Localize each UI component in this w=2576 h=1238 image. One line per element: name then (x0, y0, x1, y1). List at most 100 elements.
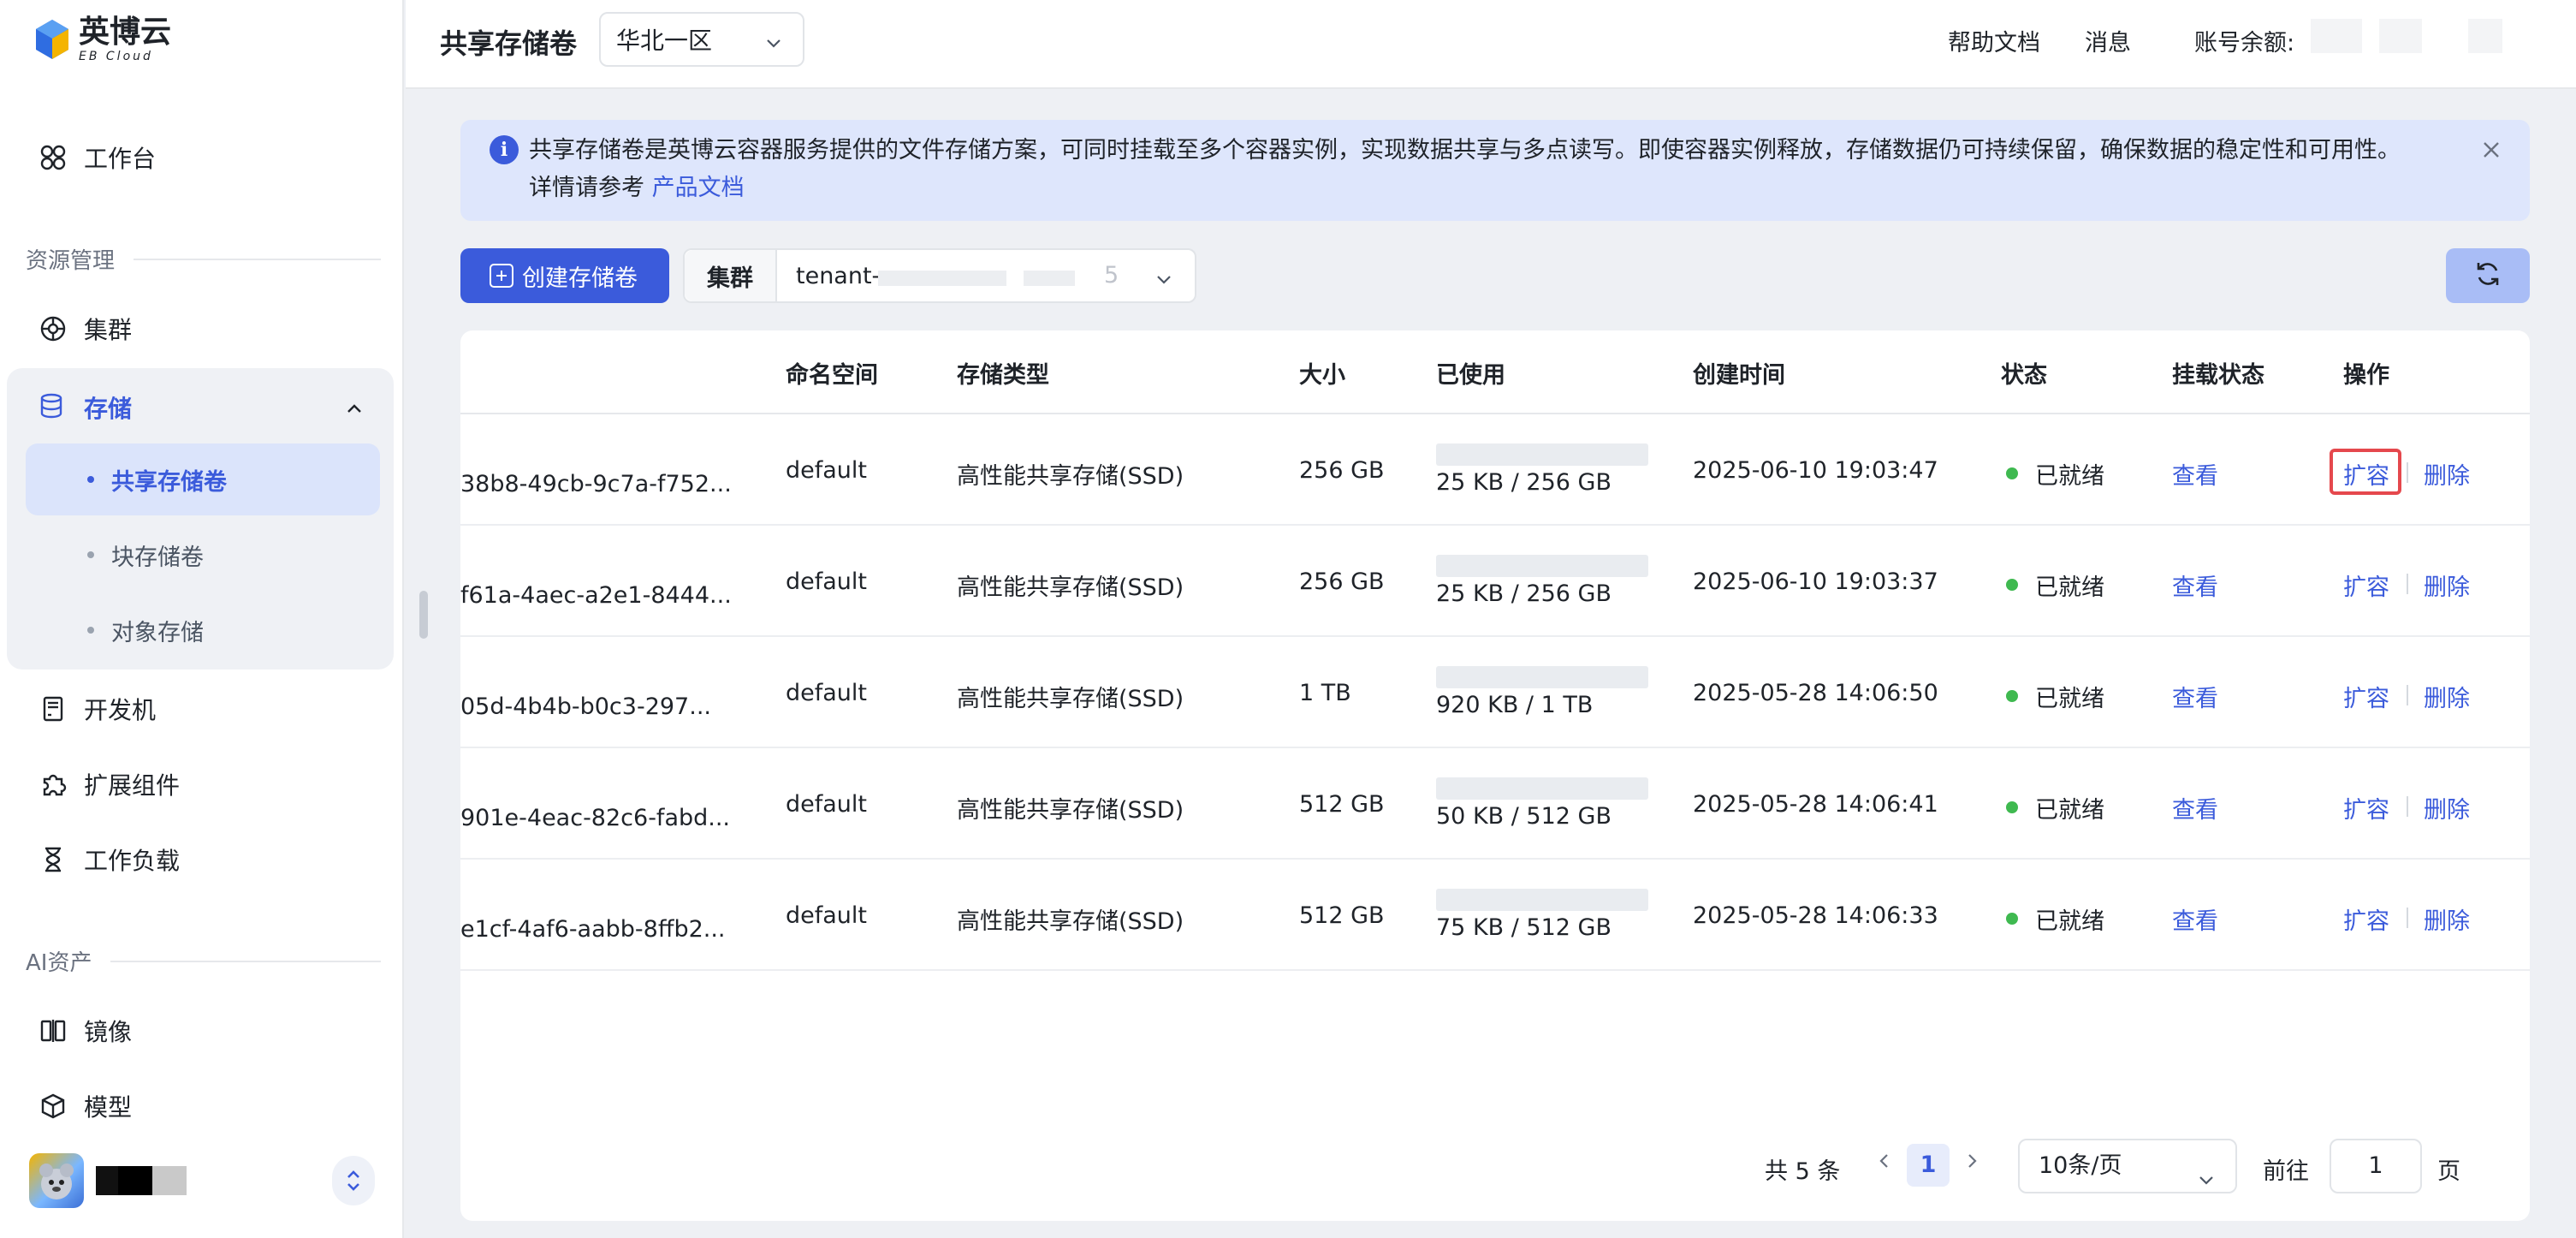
delete-button[interactable]: 删除 (2424, 457, 2470, 491)
avatar[interactable] (29, 1153, 84, 1208)
sidebar-item-shared-volume[interactable]: 共享存储卷 (26, 443, 380, 515)
expand-button[interactable]: 扩容 (2343, 902, 2389, 936)
sidebar-item-object-storage[interactable]: 对象存储 (26, 594, 380, 666)
column-header-type: 存储类型 (957, 362, 1049, 389)
namespace-cell: default (786, 791, 868, 818)
banner-reference: 详情请参考 (529, 175, 644, 201)
sidebar-item-storage[interactable]: 存储 (26, 378, 377, 437)
expand-button[interactable]: 扩容 (2343, 457, 2389, 491)
plus-square-icon (490, 264, 513, 288)
used-cell: 75 KB / 512 GB (1436, 914, 1611, 941)
sidebar-item-label: 共享存储卷 (111, 468, 227, 496)
username-redacted (96, 1166, 187, 1195)
status-ready-dot (2006, 913, 2018, 925)
switch-icon[interactable] (332, 1156, 375, 1205)
info-icon: i (490, 135, 519, 164)
usage-bar (1436, 666, 1648, 688)
chevron-left-icon[interactable] (1874, 1151, 1895, 1177)
chevron-right-icon[interactable] (1962, 1151, 1982, 1177)
volume-name: 901e-4eac-82c6-fabd... (460, 805, 731, 831)
created-cell: 2025-06-10 19:03:37 (1693, 568, 1938, 595)
sidebar-item-workbench[interactable]: 工作台 (26, 123, 377, 192)
namespace-cell: default (786, 568, 868, 595)
volume-table: 命名空间 存储类型 大小 已使用 创建时间 状态 挂载状态 操作 38b8-49… (460, 330, 2530, 1221)
puzzle-icon (38, 769, 68, 800)
region-select-value: 华北一区 (616, 27, 713, 55)
expand-button[interactable]: 扩容 (2343, 791, 2389, 824)
sidebar-item-block-volume[interactable]: 块存储卷 (26, 519, 380, 591)
pagination-total: 共 5 条 (1765, 1158, 1841, 1185)
chevron-down-icon (1154, 269, 1174, 293)
brand-logo[interactable]: 英博云 EB Cloud (34, 15, 171, 63)
user-profile[interactable] (29, 1151, 375, 1211)
banner-text: 共享存储卷是英博云容器服务提供的文件存储方案，可同时挂载至多个容器实例，实现数据… (529, 132, 2472, 207)
sidebar-item-images[interactable]: 镜像 (26, 997, 377, 1065)
page-size-select[interactable]: 10条/页 (2018, 1139, 2237, 1193)
top-bar: 共享存储卷 华北一区 帮助文档 消息 账号余额: (406, 0, 2576, 89)
sidebar-item-label: 工作台 (84, 145, 157, 173)
table-row: 901e-4eac-82c6-fabd... default 高性能共享存储(S… (460, 748, 2530, 860)
mount-view-link[interactable]: 查看 (2172, 791, 2218, 824)
created-cell: 2025-05-28 14:06:41 (1693, 791, 1938, 818)
delete-button[interactable]: 删除 (2424, 791, 2470, 824)
expand-button[interactable]: 扩容 (2343, 680, 2389, 713)
mount-view-link[interactable]: 查看 (2172, 457, 2218, 491)
sidebar-item-label: 开发机 (84, 696, 157, 724)
used-cell: 50 KB / 512 GB (1436, 803, 1611, 830)
create-volume-button[interactable]: 创建存储卷 (460, 248, 669, 303)
usage-bar (1436, 777, 1648, 800)
used-cell: 25 KB / 256 GB (1436, 580, 1611, 607)
refresh-button[interactable] (2446, 248, 2530, 303)
page-number-current[interactable]: 1 (1907, 1144, 1950, 1187)
volume-name: e1cf-4af6-aabb-8ffb2... (460, 916, 726, 943)
sidebar-item-label: 对象存储 (111, 619, 204, 646)
namespace-cell: default (786, 902, 868, 929)
mount-view-link[interactable]: 查看 (2172, 680, 2218, 713)
chevron-up-icon[interactable] (344, 397, 365, 426)
created-cell: 2025-06-10 19:03:47 (1693, 457, 1938, 484)
volume-name: 05d-4b4b-b0c3-297... (460, 693, 711, 720)
delete-button[interactable]: 删除 (2424, 902, 2470, 936)
type-cell: 高性能共享存储(SSD) (957, 686, 1184, 712)
balance-redacted (2311, 19, 2362, 53)
sidebar-resize-handle[interactable] (419, 591, 428, 639)
create-volume-label: 创建存储卷 (522, 265, 638, 292)
cluster-select[interactable]: 集群 tenant- 5 (683, 248, 1196, 303)
type-cell: 高性能共享存储(SSD) (957, 463, 1184, 490)
table-row: 38b8-49cb-9c7a-f752... default 高性能共享存储(S… (460, 414, 2530, 526)
size-cell: 512 GB (1299, 791, 1385, 818)
sidebar-item-models[interactable]: 模型 (26, 1072, 377, 1140)
column-header-size: 大小 (1299, 362, 1345, 389)
messages-link[interactable]: 消息 (2085, 24, 2131, 57)
cube-icon (38, 1091, 68, 1122)
region-select[interactable]: 华北一区 (599, 12, 804, 67)
close-icon[interactable] (2480, 139, 2502, 164)
delete-button[interactable]: 删除 (2424, 680, 2470, 713)
namespace-cell: default (786, 457, 868, 484)
info-banner: i 共享存储卷是英博云容器服务提供的文件存储方案，可同时挂载至多个容器实例，实现… (460, 120, 2530, 221)
size-cell: 512 GB (1299, 902, 1385, 929)
sidebar-item-cluster[interactable]: 集群 (26, 295, 377, 363)
expand-button[interactable]: 扩容 (2343, 568, 2389, 602)
status-cell: 已就绪 (2035, 463, 2104, 490)
sidebar-item-workloads[interactable]: 工作负载 (26, 825, 377, 894)
mount-view-link[interactable]: 查看 (2172, 568, 2218, 602)
usage-bar (1436, 443, 1648, 466)
chevron-down-icon (2196, 1158, 2217, 1209)
sidebar-item-devbox[interactable]: 开发机 (26, 675, 377, 743)
goto-page-input[interactable]: 1 (2330, 1139, 2422, 1193)
sidebar-item-extensions[interactable]: 扩展组件 (26, 750, 377, 818)
status-cell: 已就绪 (2035, 686, 2104, 712)
hourglass-icon (38, 844, 68, 875)
sidebar-item-label: 镜像 (84, 1018, 133, 1046)
banner-description: 共享存储卷是英博云容器服务提供的文件存储方案，可同时挂载至多个容器实例，实现数据… (529, 137, 2401, 164)
help-docs-link[interactable]: 帮助文档 (1948, 24, 2040, 57)
mount-view-link[interactable]: 查看 (2172, 902, 2218, 936)
table-row: f61a-4aec-a2e1-8444... default 高性能共享存储(S… (460, 526, 2530, 637)
section-label-text: AI资产 (26, 950, 92, 976)
type-cell: 高性能共享存储(SSD) (957, 574, 1184, 601)
product-docs-link[interactable]: 产品文档 (652, 175, 745, 201)
chevron-down-icon (763, 31, 784, 59)
delete-button[interactable]: 删除 (2424, 568, 2470, 602)
created-cell: 2025-05-28 14:06:50 (1693, 680, 1938, 706)
